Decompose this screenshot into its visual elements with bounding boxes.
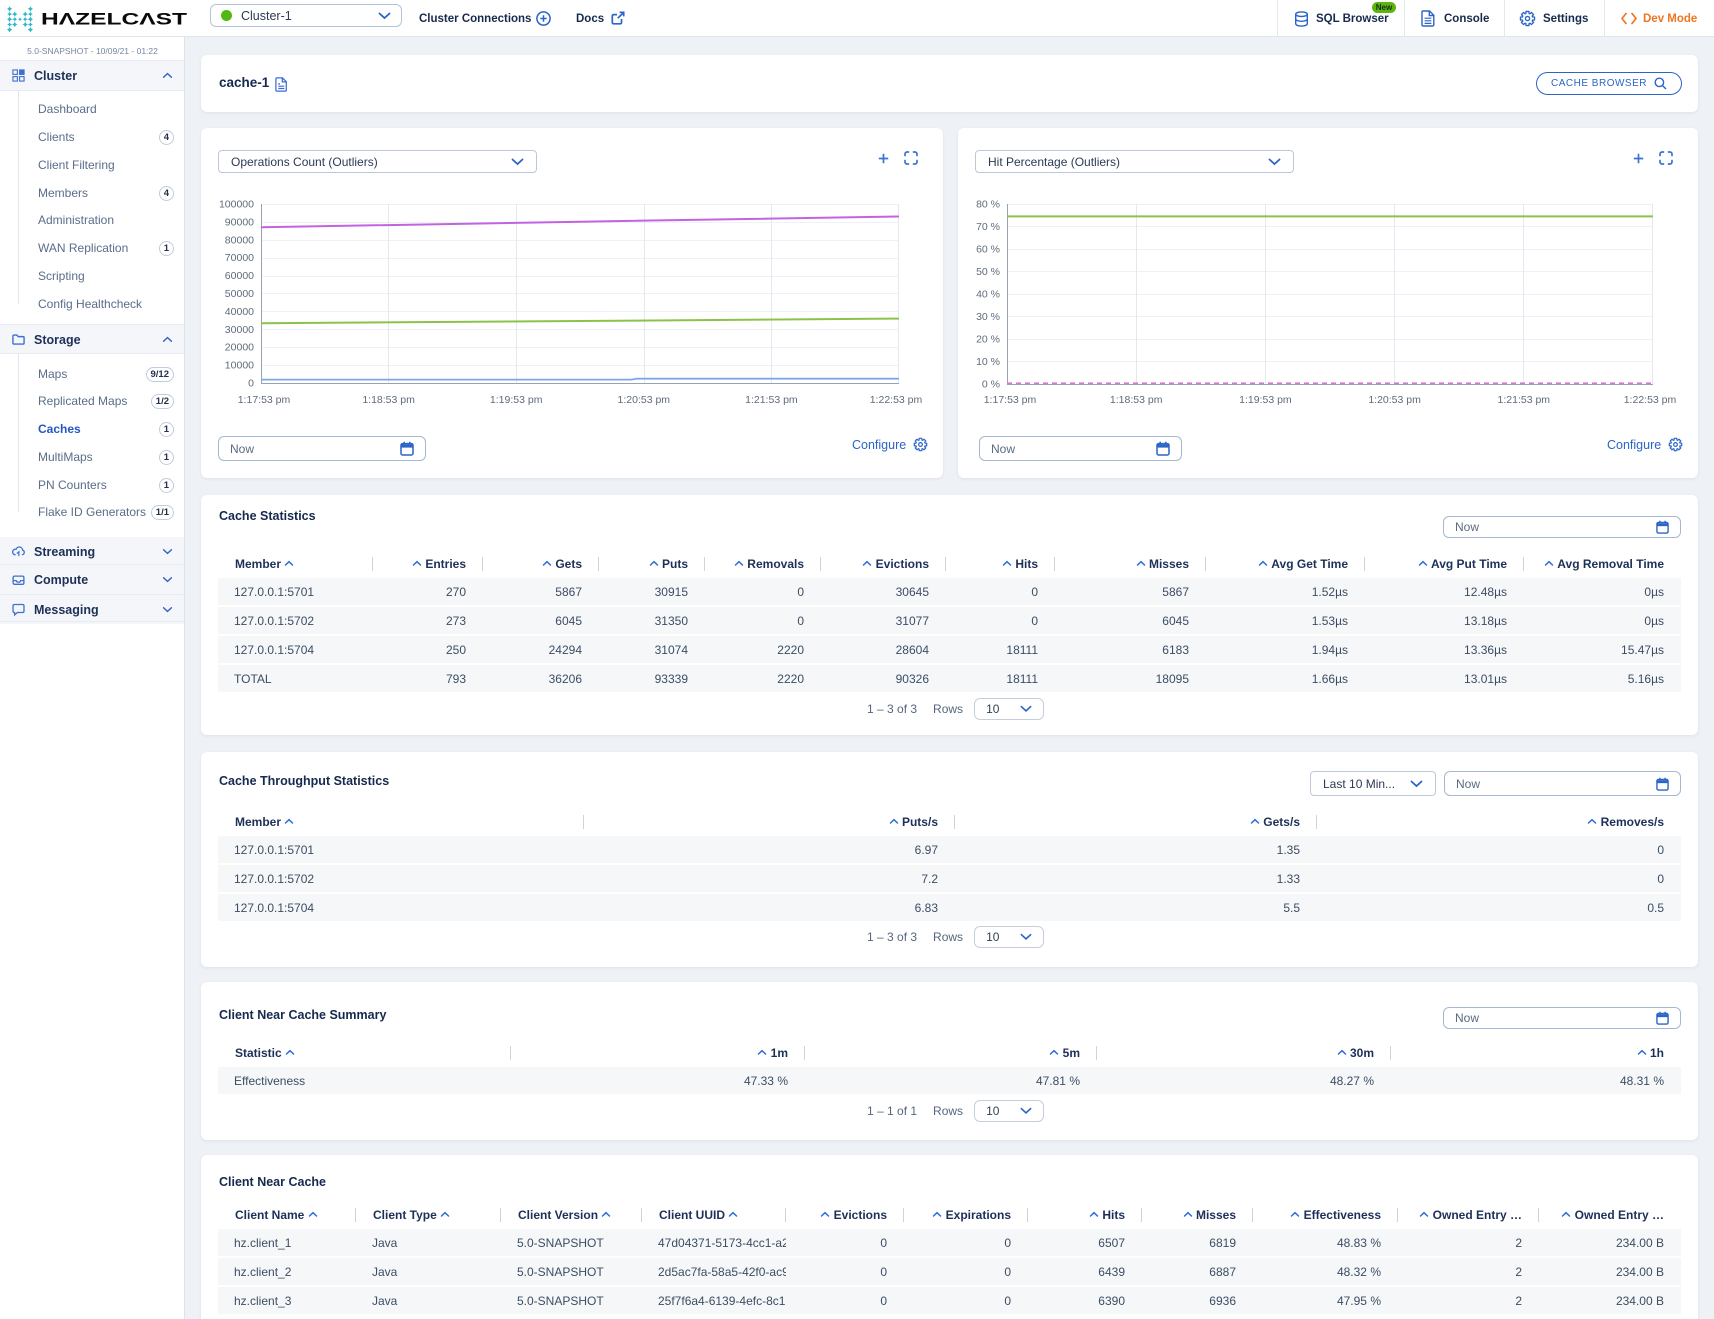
svg-text:10 %: 10 % (976, 356, 1000, 368)
svg-text:30 %: 30 % (976, 311, 1000, 323)
svg-text:1:21:53 pm: 1:21:53 pm (1498, 394, 1551, 406)
svg-text:80000: 80000 (225, 234, 254, 246)
svg-text:1:22:53 pm: 1:22:53 pm (1624, 394, 1677, 406)
svg-text:HΛZELCΛST: HΛZELCΛST (41, 11, 187, 29)
svg-text:1:19:53 pm: 1:19:53 pm (490, 394, 543, 406)
svg-text:60000: 60000 (225, 270, 254, 282)
svg-text:70000: 70000 (225, 252, 254, 264)
svg-text:60 %: 60 % (976, 244, 1000, 256)
svg-text:10000: 10000 (225, 360, 254, 372)
svg-text:80 %: 80 % (976, 199, 1000, 211)
svg-text:40000: 40000 (225, 306, 254, 318)
svg-text:70 %: 70 % (976, 221, 1000, 233)
svg-text:1:18:53 pm: 1:18:53 pm (1110, 394, 1163, 406)
svg-text:50 %: 50 % (976, 266, 1000, 278)
svg-text:20000: 20000 (225, 342, 254, 354)
svg-text:1:21:53 pm: 1:21:53 pm (745, 394, 798, 406)
svg-text:1:20:53 pm: 1:20:53 pm (1368, 394, 1421, 406)
svg-text:0: 0 (248, 378, 254, 390)
svg-text:1:22:53 pm: 1:22:53 pm (870, 394, 923, 406)
svg-text:20 %: 20 % (976, 334, 1000, 346)
svg-text:1:17:53 pm: 1:17:53 pm (238, 394, 291, 406)
svg-text:90000: 90000 (225, 216, 254, 228)
svg-text:1:20:53 pm: 1:20:53 pm (618, 394, 671, 406)
svg-text:100000: 100000 (219, 199, 254, 211)
svg-text:0 %: 0 % (982, 379, 1000, 391)
svg-text:1:17:53 pm: 1:17:53 pm (984, 394, 1037, 406)
svg-text:1:18:53 pm: 1:18:53 pm (362, 394, 415, 406)
svg-text:50000: 50000 (225, 288, 254, 300)
svg-text:40 %: 40 % (976, 289, 1000, 301)
svg-text:1:19:53 pm: 1:19:53 pm (1239, 394, 1292, 406)
svg-text:30000: 30000 (225, 324, 254, 336)
